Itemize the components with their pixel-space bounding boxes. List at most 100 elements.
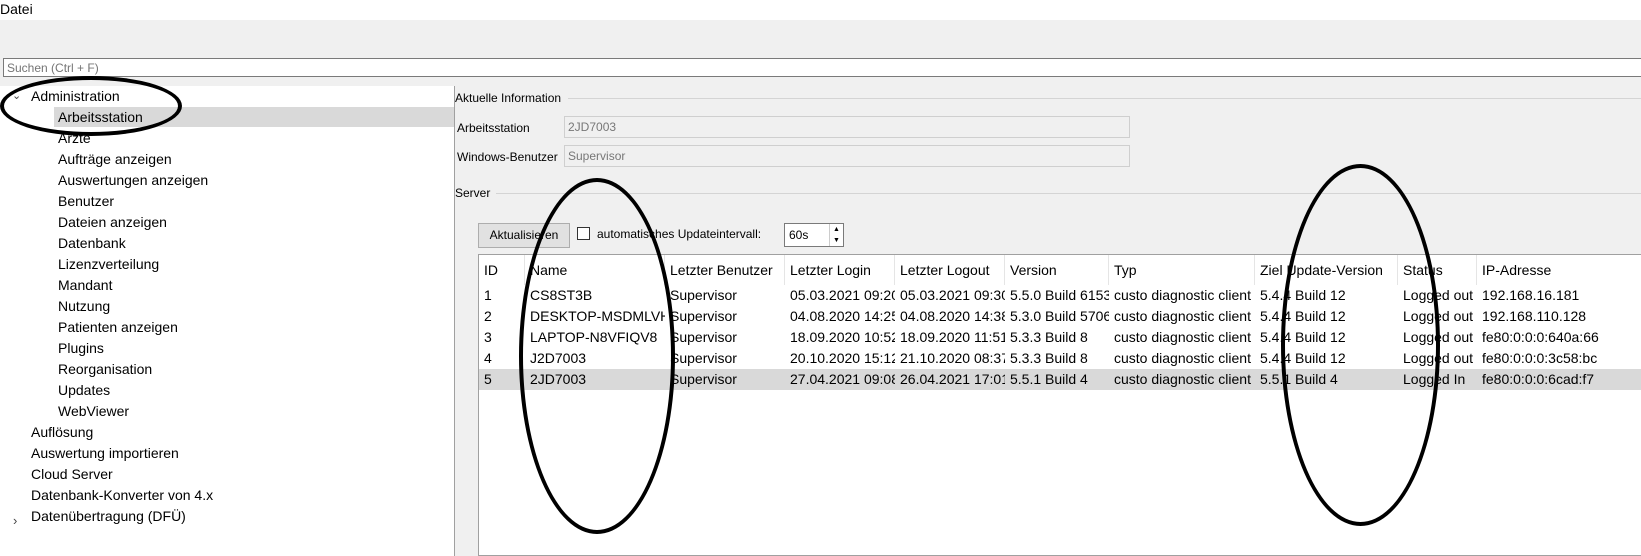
table-cell: 5.3.0 Build 5706 <box>1010 308 1109 324</box>
windows-user-field: Supervisor <box>564 145 1130 167</box>
tree-item[interactable]: Auflösung <box>31 422 93 442</box>
table-row[interactable]: 5 2JD7003 Supervisor 27.04.2021 09:08 26.04.… <box>479 369 1641 390</box>
table-cell: 21.10.2020 08:37 <box>900 350 1005 366</box>
column-header[interactable]: Letzter Login <box>785 255 895 285</box>
table-cell: 1 <box>484 287 492 303</box>
interval-spinner[interactable]: 60s ▲ ▼ <box>784 223 844 247</box>
table-cell: custo diagnostic client <box>1114 308 1251 324</box>
table-cell: 5.4.4 Build 12 <box>1260 287 1346 303</box>
group-divider <box>568 98 1641 99</box>
column-header[interactable]: Letzter Logout <box>895 255 1005 285</box>
table-cell: 27.04.2021 09:08 <box>790 371 895 387</box>
table-cell: 5.5.1 Build 4 <box>1260 371 1338 387</box>
toolbar <box>0 20 1641 56</box>
column-header[interactable]: IP-Adresse <box>1477 255 1641 285</box>
table-cell: CS8ST3B <box>530 287 593 303</box>
table-cell: Logged out <box>1403 308 1474 324</box>
group-title-current-info: Aktuelle Information <box>455 91 562 105</box>
column-header[interactable]: Typ <box>1109 255 1255 285</box>
table-cell: 3 <box>484 329 492 345</box>
table-cell: Supervisor <box>670 350 737 366</box>
tree-item[interactable]: Datenbank <box>58 233 126 253</box>
table-cell: fe80:0:0:0:3c58:bc <box>1482 350 1598 366</box>
tree-item-administration[interactable]: Administration <box>31 86 120 106</box>
tree-item[interactable]: Benutzer <box>58 191 114 211</box>
tree-item[interactable]: Dateien anzeigen <box>58 212 167 232</box>
chevron-right-icon[interactable]: › <box>13 513 17 528</box>
table-cell: Logged out <box>1403 350 1474 366</box>
tree-item[interactable]: Mandant <box>58 275 112 295</box>
table-cell: 5.4.4 Build 12 <box>1260 350 1346 366</box>
tree-item[interactable]: Datenübertragung (DFÜ) <box>31 506 186 526</box>
table-cell: 05.03.2021 09:30 <box>900 287 1005 303</box>
table-cell: 5.4.4 Build 12 <box>1260 329 1346 345</box>
tree-item[interactable]: Auswertungen anzeigen <box>58 170 208 190</box>
table-row[interactable]: 2 DESKTOP-MSDMLVH Supervisor 04.08.2020 14:… <box>479 306 1641 327</box>
navigation-tree: ⌄ Administration Arbeitsstation Ärzte Auft… <box>0 86 455 556</box>
table-cell: LAPTOP-N8VFIQV8 <box>530 329 658 345</box>
column-header[interactable]: Status <box>1398 255 1477 285</box>
table-cell: 5.5.0 Build 6153 <box>1010 287 1109 303</box>
auto-update-checkbox[interactable] <box>577 227 590 240</box>
column-header[interactable]: Name <box>525 255 665 285</box>
refresh-button[interactable]: Aktualisieren <box>478 223 570 248</box>
table-cell: custo diagnostic client <box>1114 329 1251 345</box>
spin-up-icon[interactable]: ▲ <box>829 224 843 235</box>
tree-item[interactable]: Auswertung importieren <box>31 443 179 463</box>
table-cell: 04.08.2020 14:38 <box>900 308 1005 324</box>
table-cell: fe80:0:0:0:6cad:f7 <box>1482 371 1595 387</box>
table-cell: Logged out <box>1403 287 1474 303</box>
table-cell: 5.4.4 Build 12 <box>1260 308 1346 324</box>
search-input[interactable] <box>3 58 1641 77</box>
tree-item[interactable]: Updates <box>58 380 110 400</box>
chevron-down-icon[interactable]: ⌄ <box>12 89 21 102</box>
table-cell: custo diagnostic client <box>1114 287 1251 303</box>
table-cell: 20.10.2020 15:12 <box>790 350 895 366</box>
table-row[interactable]: 4 J2D7003 Supervisor 20.10.2020 15:12 21.10.… <box>479 348 1641 369</box>
table-row[interactable]: 3 LAPTOP-N8VFIQV8 Supervisor 18.09.2020 10:… <box>479 327 1641 348</box>
table-cell: fe80:0:0:0:640a:66 <box>1482 329 1599 345</box>
workstation-label: Arbeitsstation <box>457 121 530 135</box>
group-divider <box>496 193 1641 194</box>
column-header[interactable]: Version <box>1005 255 1109 285</box>
tree-item[interactable]: Aufträge anzeigen <box>58 149 172 169</box>
tree-item[interactable]: Patienten anzeigen <box>58 317 178 337</box>
table-cell: Logged In <box>1403 371 1466 387</box>
table-cell: 192.168.110.128 <box>1482 308 1587 324</box>
tree-item[interactable]: Arbeitsstation <box>54 107 454 127</box>
table-cell: custo diagnostic client <box>1114 371 1251 387</box>
tree-item[interactable]: Nutzung <box>58 296 110 316</box>
table-cell: 5.3.3 Build 8 <box>1010 350 1088 366</box>
tree-item[interactable]: Plugins <box>58 338 104 358</box>
table-cell: Logged out <box>1403 329 1474 345</box>
workstation-field: 2JD7003 <box>564 116 1130 138</box>
tree-item[interactable]: Ärzte <box>58 128 91 148</box>
table-cell: custo diagnostic client <box>1114 350 1251 366</box>
table-cell: J2D7003 <box>530 350 587 366</box>
table-cell: 04.08.2020 14:25 <box>790 308 895 324</box>
table-cell: Supervisor <box>670 308 737 324</box>
table-cell: 18.09.2020 10:52 <box>790 329 895 345</box>
table-cell: Supervisor <box>670 371 737 387</box>
group-title-server: Server <box>455 186 491 200</box>
tree-item[interactable]: Datenbank-Konverter von 4.x <box>31 485 213 505</box>
tree-item[interactable]: Lizenzverteilung <box>58 254 159 274</box>
column-header[interactable]: ID <box>479 255 525 285</box>
column-header[interactable]: Letzter Benutzer <box>665 255 785 285</box>
table-row[interactable]: 1 CS8ST3B Supervisor 05.03.2021 09:20 05.03.… <box>479 285 1641 306</box>
server-table: ID Name Letzter Benutzer Letzter Login Letzt… <box>478 254 1641 556</box>
table-cell: 05.03.2021 09:20 <box>790 287 895 303</box>
table-cell: 26.04.2021 17:01 <box>900 371 1005 387</box>
windows-user-label: Windows-Benutzer <box>457 150 558 164</box>
interval-value: 60s <box>789 228 809 242</box>
column-header[interactable]: Ziel Update-Version <box>1255 255 1398 285</box>
table-cell: DESKTOP-MSDMLVH <box>530 308 665 324</box>
table-cell: 2 <box>484 308 492 324</box>
tree-item[interactable]: Reorganisation <box>58 359 152 379</box>
menu-file[interactable]: Datei <box>0 1 33 17</box>
table-cell: 18.09.2020 11:51 <box>900 329 1005 345</box>
table-cell: 5.3.3 Build 8 <box>1010 329 1088 345</box>
tree-item[interactable]: Cloud Server <box>31 464 113 484</box>
tree-item[interactable]: WebViewer <box>58 401 129 421</box>
spin-down-icon[interactable]: ▼ <box>829 235 843 246</box>
